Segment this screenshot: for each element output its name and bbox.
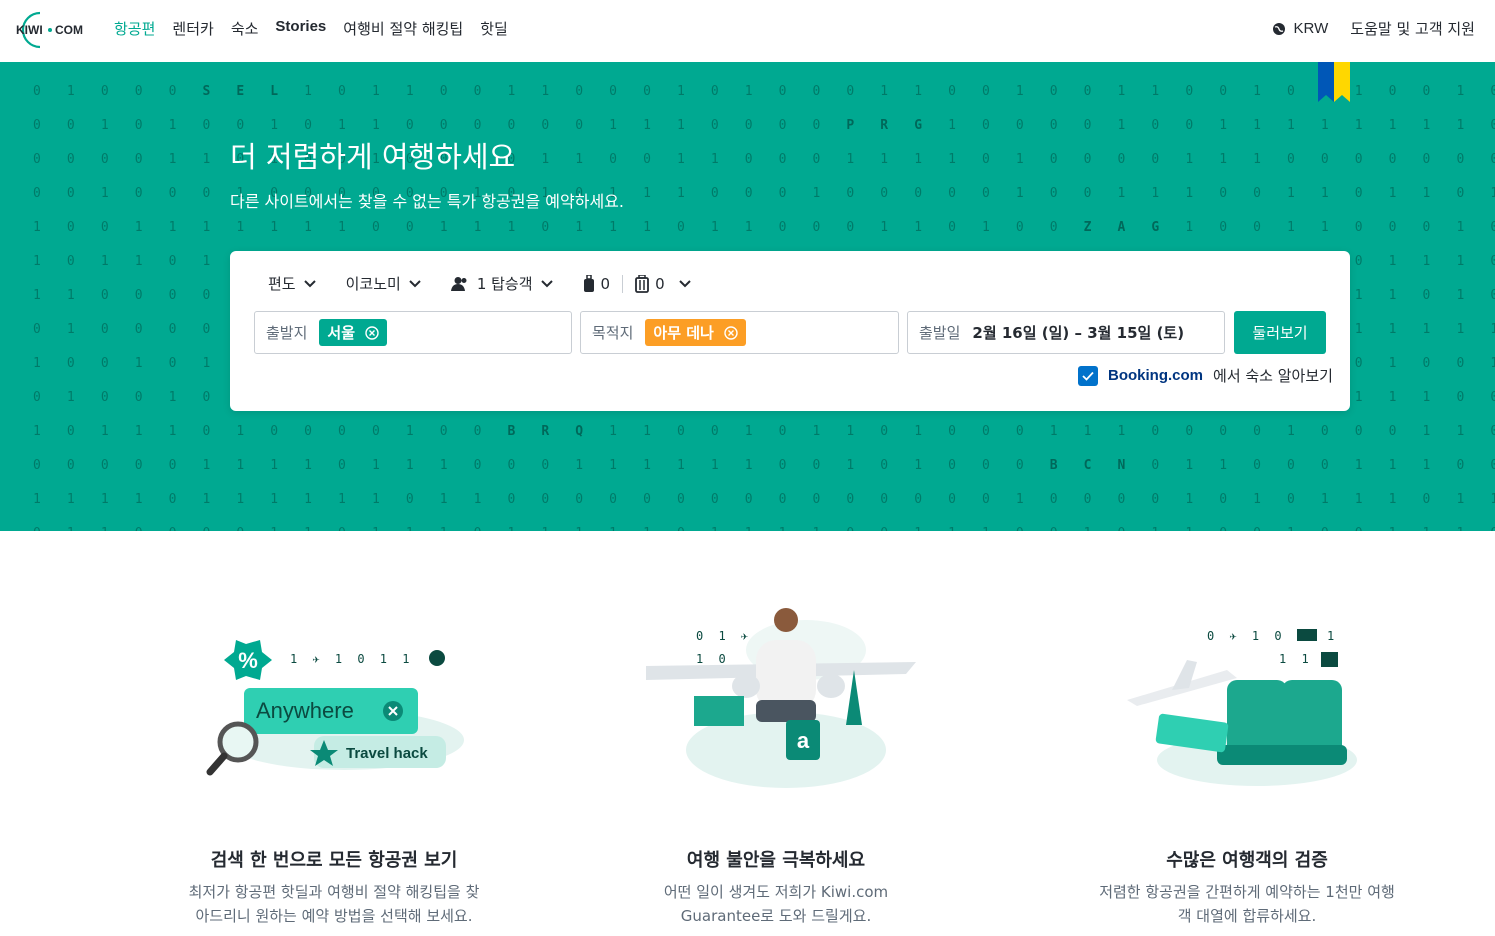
feature-title: 여행 불안을 극복하세요 xyxy=(686,850,866,871)
guarantee-illustration-art: a 0 1 ✈ 1 0 xyxy=(646,608,916,788)
binary-row: 01000SEL10110011000101000110010011001001… xyxy=(33,84,1495,99)
binary-row: 10111010000100BRQ11001011010001110000100… xyxy=(33,424,1495,439)
chevron-down-icon xyxy=(540,279,553,287)
booking-option: Booking.com 에서 숙소 알아보기 xyxy=(1078,365,1333,386)
booking-brand: Booking.com xyxy=(1108,367,1204,384)
search-form: 편도 이코노미 1 탑승객 0 0 출발지 서울 목적지 아무 데나 출발일 2… xyxy=(230,251,1350,411)
ukraine-ribbon-icon xyxy=(1318,62,1350,102)
binary-row: 000001111011100011111100101000BCN0110001… xyxy=(33,458,1495,473)
hero-title: 더 저렴하게 여행하세요 xyxy=(230,140,516,174)
binary-row: 0110000110111011111011110011100101100100… xyxy=(20,526,1495,531)
svg-text:KIWI: KIWI xyxy=(16,23,43,37)
origin-value: 서울 xyxy=(327,324,356,342)
verified-illustration: 0 ✈ 1 0 1 1 1 xyxy=(1077,600,1417,800)
help-link[interactable]: 도움말 및 고객 지원 xyxy=(1350,18,1475,39)
top-navigation-bar: KIWI COM 항공편 렌터카 숙소 Stories 여행비 절약 해킹팁 핫… xyxy=(0,0,1495,62)
chevron-down-icon xyxy=(678,279,691,287)
departure-label: 출발일 xyxy=(919,324,961,342)
binary-row: 001010010110000001110000PRG1000010011111… xyxy=(33,118,1495,133)
feature-verified: 0 ✈ 1 0 1 1 1 수많은 여행객의 검증 저렴한 항공권을 간편하게 … xyxy=(1077,600,1417,928)
hero-subtitle: 다른 사이트에서는 찾을 수 없는 특가 항공권을 예약하세요. xyxy=(230,192,624,211)
booking-checkbox[interactable] xyxy=(1078,365,1098,386)
nav-flights[interactable]: 항공편 xyxy=(114,18,155,39)
departure-dates-value: 2월 16일 (일) – 3월 15일 (토) xyxy=(972,324,1185,342)
cabin-bag-icon xyxy=(583,274,594,292)
destination-field[interactable]: 목적지 아무 데나 xyxy=(580,311,899,354)
guarantee-illustration: a 0 1 ✈ 1 0 xyxy=(606,600,946,800)
binary-digits-bottom: 1 0 xyxy=(696,652,730,666)
binary-row: 1001111111001110111011000110100ZAG100110… xyxy=(33,220,1495,235)
cabin-class-dropdown[interactable]: 이코노미 xyxy=(346,273,421,294)
binary-row: 1111011111101100000000000000010000101011… xyxy=(33,492,1495,507)
feature-text: 어떤 일이 생겨도 저희가 Kiwi.com Guarantee로 도와 드릴게… xyxy=(663,883,889,925)
hero-section: 01000SEL10110011000101000110010011001001… xyxy=(0,62,1495,531)
trip-type-dropdown[interactable]: 편도 xyxy=(268,273,316,294)
header-right: KRW 도움말 및 고객 지원 xyxy=(1272,18,1475,39)
chevron-down-icon xyxy=(303,279,316,287)
origin-chip: 서울 xyxy=(319,319,388,346)
checked-bags-count: 0 xyxy=(655,274,665,293)
explore-button[interactable]: 둘러보기 xyxy=(1234,311,1326,354)
svg-text:COM: COM xyxy=(55,23,83,37)
passengers-dropdown[interactable]: 1 탑승객 xyxy=(450,273,553,294)
booking-text: 에서 숙소 알아보기 xyxy=(1213,367,1333,385)
feature-text: 저렴한 항공권을 간편하게 예약하는 1천만 여행객 대열에 합류하세요. xyxy=(1099,883,1395,925)
feature-text: 최저가 항공편 핫딜과 여행비 절약 해킹팁을 찾아드리니 원하는 예약 방법을… xyxy=(188,883,480,925)
binary-digits: 1 ✈ 1 0 1 1 xyxy=(290,652,413,666)
feature-title: 검색 한 번으로 모든 항공권 보기 xyxy=(210,850,458,871)
search-illustration-art: % Anywhere Travel hack 1 ✈ 1 0 1 1 xyxy=(206,640,464,776)
divider xyxy=(622,274,624,293)
origin-field[interactable]: 출발지 서울 xyxy=(254,311,572,354)
binary-digits-bottom: 1 1 xyxy=(1279,652,1313,666)
chevron-down-icon xyxy=(409,279,421,287)
remove-icon[interactable] xyxy=(365,325,379,340)
destination-label: 목적지 xyxy=(592,324,634,342)
anywhere-label: Anywhere xyxy=(256,698,354,723)
nav-deals[interactable]: 핫딜 xyxy=(480,18,508,39)
binary-digits-top-2: 1 xyxy=(1327,629,1334,643)
cabin-bags-count: 0 xyxy=(600,274,611,293)
binary-digits-top: 0 1 ✈ xyxy=(696,629,752,643)
remove-icon[interactable] xyxy=(724,325,738,340)
search-illustration: % Anywhere Travel hack 1 ✈ 1 0 1 1 xyxy=(164,600,504,800)
destination-chip: 아무 데나 xyxy=(645,319,746,346)
departure-date-field[interactable]: 출발일 2월 16일 (일) – 3월 15일 (토) xyxy=(907,311,1225,354)
bags-dropdown[interactable]: 0 0 xyxy=(583,274,691,293)
feature-title: 수많은 여행객의 검증 xyxy=(1166,850,1328,871)
feature-all-flights: % Anywhere Travel hack 1 ✈ 1 0 1 1 검색 한 … xyxy=(164,600,504,928)
binary-digits-top: 0 ✈ 1 0 xyxy=(1207,629,1286,643)
travel-hack-label: Travel hack xyxy=(346,745,428,762)
nav-stays[interactable]: 숙소 xyxy=(231,18,259,39)
main-nav: 항공편 렌터카 숙소 Stories 여행비 절약 해킹팁 핫딜 xyxy=(114,18,508,39)
nav-travel-hacks[interactable]: 여행비 절약 해킹팁 xyxy=(343,18,463,39)
verified-illustration-art: 0 ✈ 1 0 1 1 1 xyxy=(1127,629,1357,786)
check-icon xyxy=(1082,371,1094,381)
nav-car-rental[interactable]: 렌터카 xyxy=(172,18,213,39)
search-options: 편도 이코노미 1 탑승객 0 0 xyxy=(268,273,721,294)
origin-label: 출발지 xyxy=(266,324,308,342)
nav-stories[interactable]: Stories xyxy=(275,18,326,39)
checked-bag-icon xyxy=(635,274,649,293)
svg-text:%: % xyxy=(238,648,258,673)
currency-selector[interactable]: KRW xyxy=(1272,20,1329,37)
passengers-label: 1 탑승객 xyxy=(476,275,533,293)
destination-value: 아무 데나 xyxy=(653,324,714,342)
cabin-class-label: 이코노미 xyxy=(345,275,401,293)
currency-label: KRW xyxy=(1293,20,1329,37)
trip-type-label: 편도 xyxy=(268,275,296,293)
kiwi-logo[interactable]: KIWI COM xyxy=(10,10,92,50)
svg-text:a: a xyxy=(797,728,810,753)
feature-guarantee: a 0 1 ✈ 1 0 여행 불안을 극복하세요 어떤 일이 생겨도 저희가 K… xyxy=(606,600,946,928)
globe-icon xyxy=(1272,22,1285,35)
passenger-icon xyxy=(450,276,467,291)
